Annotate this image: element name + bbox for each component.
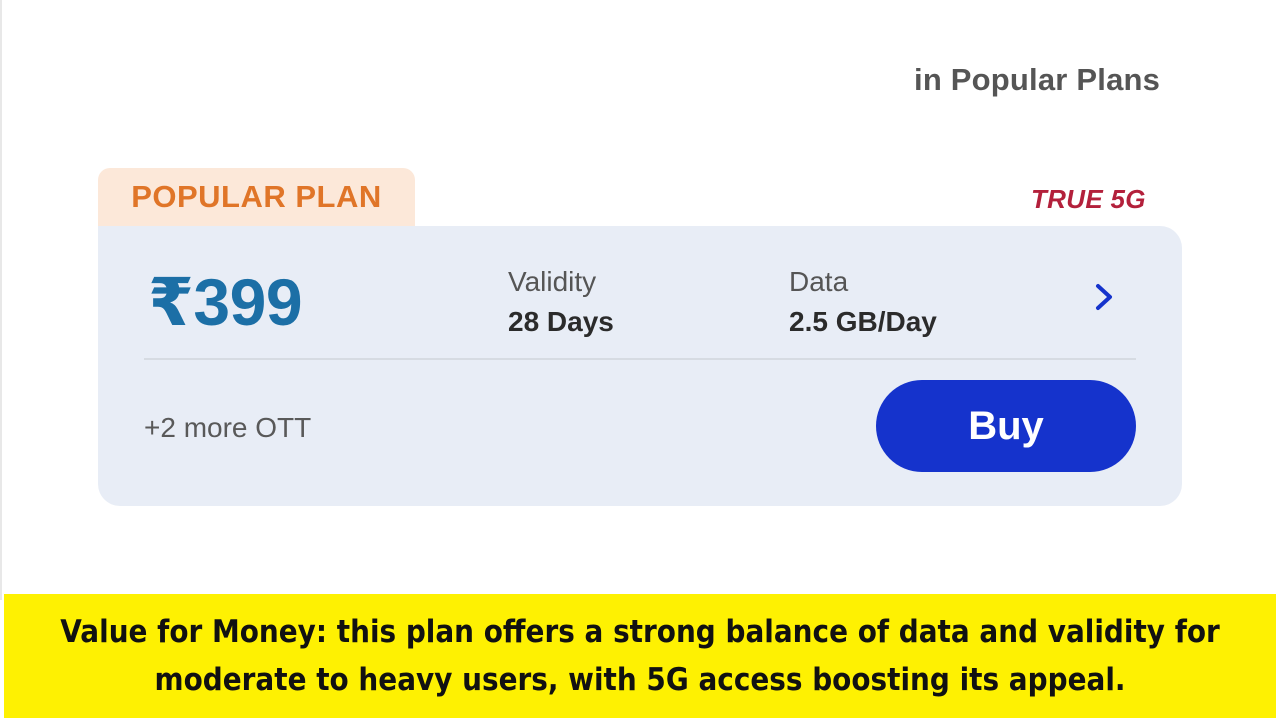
data-value: 2.5 GB/Day: [789, 306, 937, 337]
plan-price: ₹399: [148, 265, 303, 339]
caption-text: Value for Money: this plan offers a stro…: [60, 614, 1220, 698]
plan-card[interactable]: ₹399 Validity 28 Days Data 2.5 GB/Day +2…: [98, 226, 1182, 506]
validity-value: 28 Days: [508, 306, 614, 337]
data-label: Data: [789, 266, 849, 297]
card-divider: [144, 358, 1136, 360]
popular-plan-badge-label: POPULAR PLAN: [131, 179, 382, 214]
popular-plan-badge: POPULAR PLAN: [98, 168, 415, 226]
more-ott-link[interactable]: +2 more OTT: [144, 412, 311, 444]
frame-edge: [0, 0, 2, 600]
buy-button[interactable]: Buy: [876, 380, 1136, 472]
validity-label: Validity: [508, 266, 597, 297]
chevron-right-icon[interactable]: [1088, 280, 1120, 314]
true-5g-tag: TRUE 5G: [1031, 184, 1146, 214]
caption-bar: Value for Money: this plan offers a stro…: [4, 594, 1276, 718]
section-heading: in Popular Plans: [914, 62, 1161, 97]
